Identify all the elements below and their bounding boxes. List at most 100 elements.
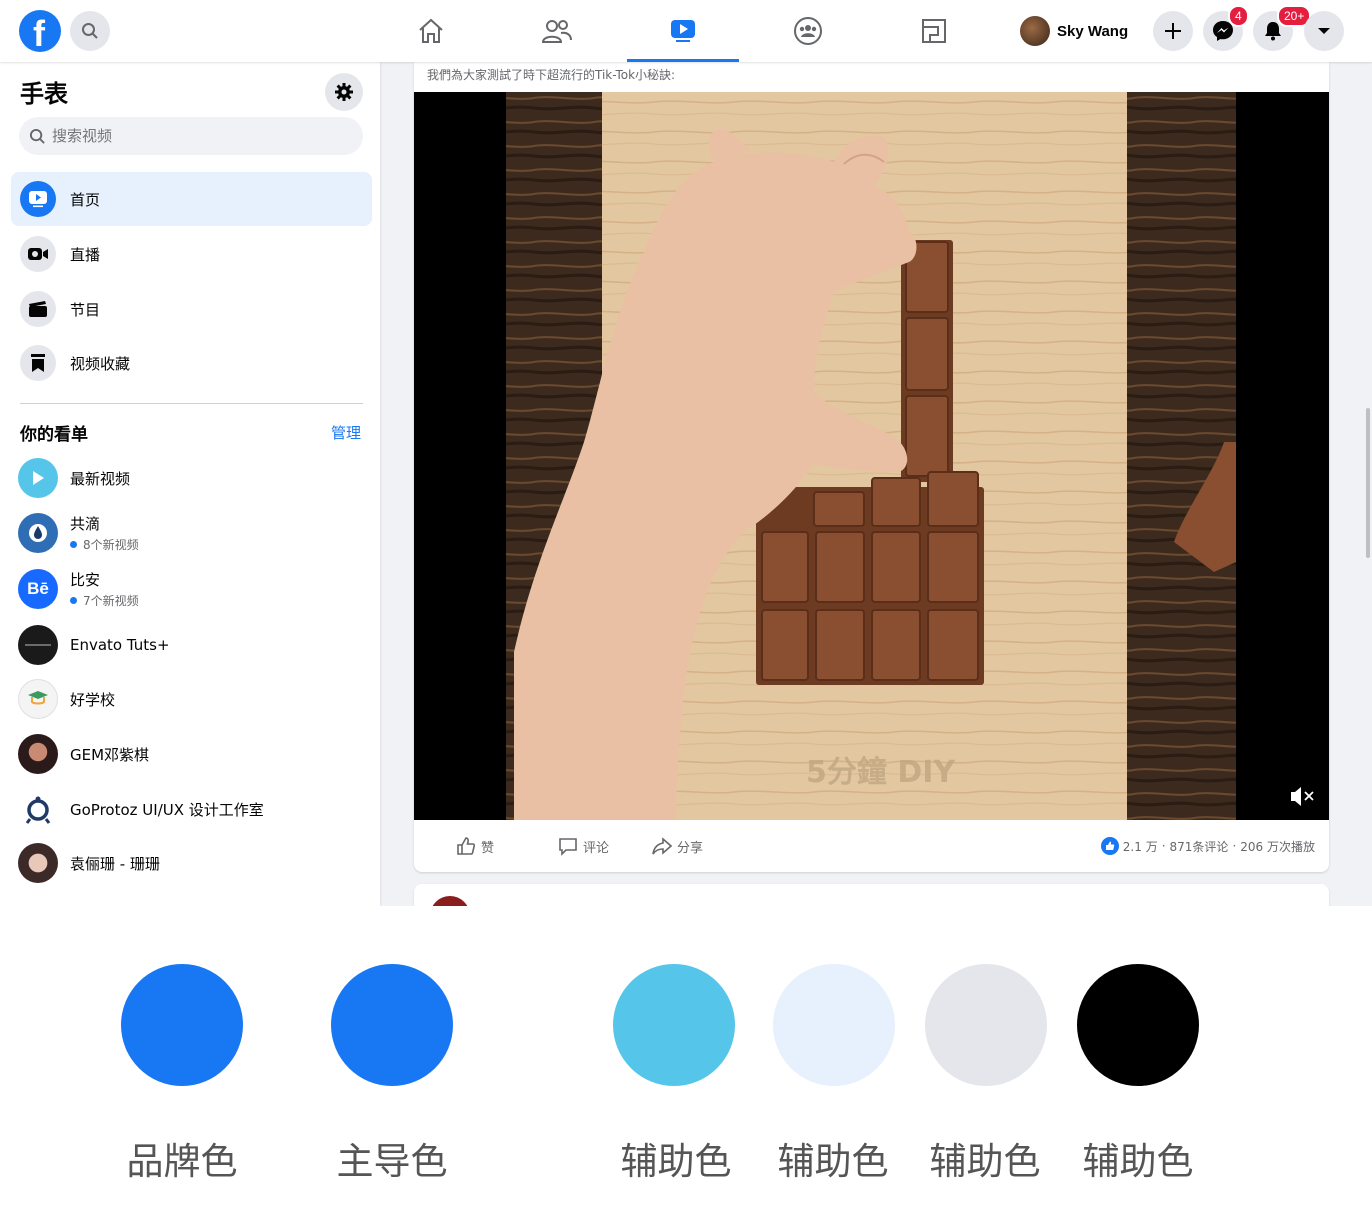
palette-swatch — [613, 964, 735, 1086]
new-videos-count: 7个新视频 — [83, 594, 139, 608]
palette-label: 辅助色 — [1082, 1140, 1194, 1183]
behance-logo: Bē — [18, 569, 58, 609]
video-post: 我們為大家測試了時下超流行的Tik-Tok小秘訣: 5分鐘 DIY 赞 评论 分… — [414, 62, 1329, 872]
messenger-badge: 4 — [1228, 5, 1249, 27]
tab-friends[interactable] — [501, 0, 613, 62]
like-label: 赞 — [481, 840, 495, 856]
palette-label: 辅助色 — [620, 1140, 732, 1183]
sidebar-item-saved-videos[interactable]: 视频收藏 — [11, 336, 372, 390]
gear-icon — [335, 83, 353, 101]
video-player[interactable]: 5分鐘 DIY — [414, 92, 1329, 820]
sidebar-item-shows[interactable]: 节目 — [11, 282, 372, 336]
facebook-logo[interactable]: f — [19, 10, 61, 54]
live-camera-icon — [28, 248, 48, 260]
messenger-button[interactable]: 4 — [1203, 5, 1249, 51]
new-dot — [70, 597, 77, 604]
watch-icon — [671, 20, 695, 42]
watchlist-item[interactable]: 好学校 — [18, 675, 368, 723]
thumbs-up-icon — [457, 837, 476, 855]
next-post-preview — [414, 884, 1329, 906]
gaming-icon — [922, 19, 946, 43]
share-label: 分享 — [677, 840, 704, 856]
palette-swatch — [773, 964, 895, 1086]
avatar — [430, 896, 470, 906]
sidebar-item-label: 视频收藏 — [70, 354, 131, 373]
share-icon — [652, 837, 672, 855]
video-search-input[interactable] — [52, 127, 342, 145]
video-frame: 5分鐘 DIY — [414, 92, 1329, 820]
watchlist-item[interactable]: GoProtoz UI/UX 设计工作室 — [18, 785, 368, 833]
clapperboard-icon — [29, 301, 47, 317]
sidebar-item-label: 首页 — [70, 190, 101, 209]
comments-count[interactable]: 871条评论 — [1170, 838, 1229, 855]
envato-logo — [18, 625, 58, 665]
avatar — [18, 843, 58, 883]
groups-icon — [794, 17, 822, 45]
top-navigation-bar: f Sky Wang 4 20+ — [0, 0, 1372, 62]
goprotoz-logo — [18, 789, 58, 829]
palette-label: 辅助色 — [777, 1140, 889, 1183]
friends-icon — [541, 20, 572, 43]
color-palette: 品牌色 主导色 辅助色 辅助色 辅助色 辅助色 — [0, 906, 1372, 1226]
like-reaction-icon — [1100, 837, 1119, 855]
tab-groups[interactable] — [752, 0, 864, 62]
views-count: 206 万次播放 — [1240, 839, 1315, 854]
watchlist-item-name: 袁俪珊 - 珊珊 — [70, 854, 160, 873]
watchlist-item-name: GEM邓紫棋 — [70, 745, 150, 764]
home-icon — [419, 18, 443, 43]
school-logo — [18, 679, 58, 719]
likes-count[interactable]: 2.1 万 — [1123, 838, 1158, 855]
watchlist-heading: 你的看单 — [20, 425, 88, 445]
watchlist-item[interactable]: GEM邓紫棋 — [18, 730, 368, 778]
new-videos-count: 8个新视频 — [83, 538, 139, 552]
profile-chip[interactable]: Sky Wang — [1016, 11, 1136, 51]
manage-watchlist-link[interactable]: 管理 — [331, 422, 361, 443]
palette-label: 主导色 — [336, 1140, 448, 1183]
sidebar-item-home[interactable]: 首页 — [11, 172, 372, 226]
watchlist-item-name: GoProtoz UI/UX 设计工作室 — [70, 800, 264, 819]
like-button[interactable]: 赞 — [456, 836, 494, 856]
sidebar-item-label: 节目 — [70, 300, 101, 319]
watch-sidebar: 手表 首页 直播 节目 视频收藏 你的看单 管理 最新视频 — [0, 62, 380, 906]
watchlist-item-name: Envato Tuts+ — [70, 636, 170, 654]
search-button[interactable] — [70, 11, 110, 51]
watchlist-item[interactable]: 共滴 8个新视频 — [18, 509, 368, 557]
tab-watch[interactable] — [627, 0, 739, 62]
sidebar-divider — [20, 403, 363, 404]
sidebar-item-label: 直播 — [70, 245, 101, 264]
avatar — [18, 734, 58, 774]
plus-icon — [1165, 23, 1181, 39]
comment-button[interactable]: 评论 — [558, 836, 609, 856]
palette-swatch — [121, 964, 243, 1086]
palette-label: 品牌色 — [126, 1140, 238, 1183]
video-search-box[interactable] — [19, 117, 363, 155]
watchlist-item[interactable]: Envato Tuts+ — [18, 621, 368, 669]
watchlist-item[interactable]: Bē 比安 7个新视频 — [18, 565, 368, 613]
account-menu-button[interactable] — [1304, 11, 1344, 51]
comment-icon — [559, 838, 577, 856]
scrollbar-thumb[interactable] — [1366, 408, 1370, 558]
settings-button[interactable] — [325, 73, 363, 111]
sidebar-item-live[interactable]: 直播 — [11, 227, 372, 281]
avatar — [18, 513, 58, 553]
profile-name: Sky Wang — [1057, 22, 1129, 40]
post-caption: 我們為大家測試了時下超流行的Tik-Tok小秘訣: — [427, 68, 676, 82]
share-button[interactable]: 分享 — [652, 836, 703, 856]
create-button[interactable] — [1153, 11, 1193, 51]
bookmark-icon — [31, 354, 45, 372]
watchlist-item-name: 比安 — [70, 571, 101, 589]
palette-swatch — [925, 964, 1047, 1086]
post-stats: 2.1 万 · 871条评论 · 206 万次播放 — [1100, 837, 1315, 855]
caret-down-icon — [1318, 28, 1330, 34]
notifications-button[interactable]: 20+ — [1253, 5, 1312, 51]
comment-label: 评论 — [583, 840, 610, 856]
tab-home[interactable] — [375, 0, 487, 62]
latest-videos-icon — [18, 458, 58, 498]
watch-home-icon — [29, 191, 47, 208]
palette-swatch — [1077, 964, 1199, 1086]
palette-swatch — [331, 964, 453, 1086]
watchlist-item-name: 共滴 — [70, 515, 101, 533]
watchlist-item[interactable]: 最新视频 — [18, 454, 368, 502]
tab-gaming[interactable] — [878, 0, 990, 62]
watchlist-item[interactable]: 袁俪珊 - 珊珊 — [18, 839, 368, 887]
